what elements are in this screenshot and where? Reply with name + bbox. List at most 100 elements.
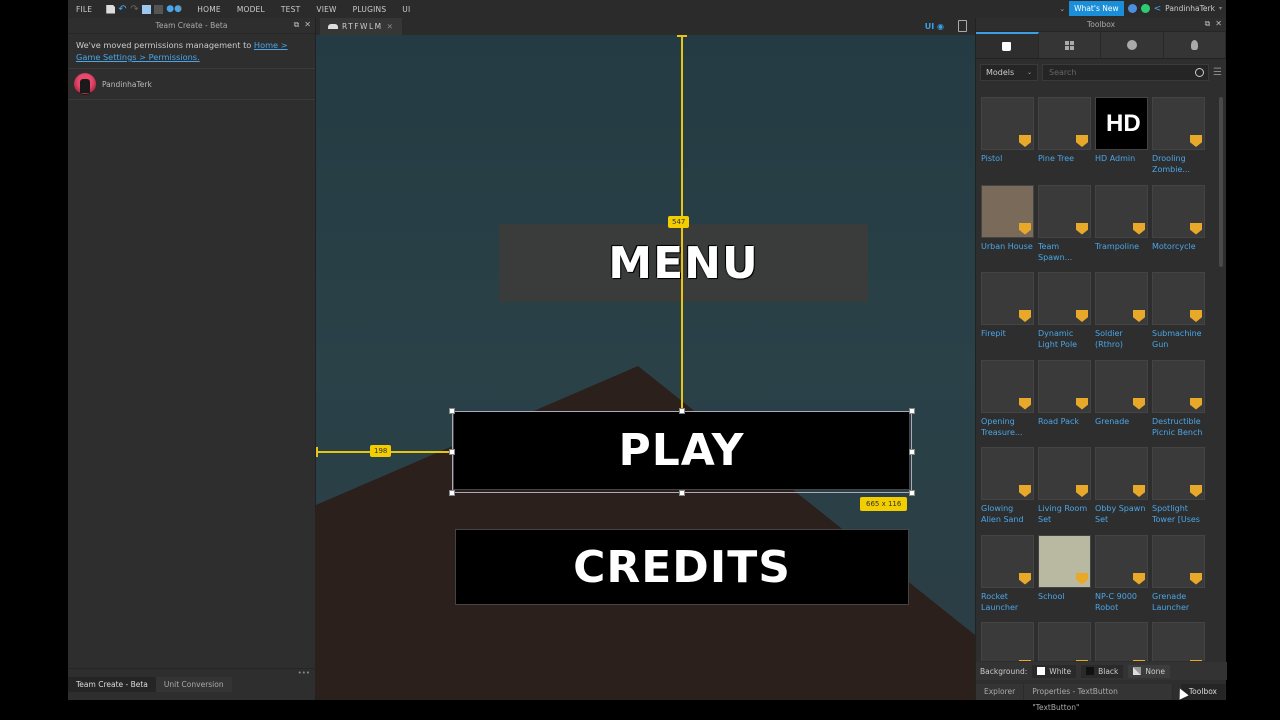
item-thumbnail[interactable] (1095, 359, 1148, 413)
toolbox-item[interactable]: Firepit (981, 272, 1034, 360)
item-name[interactable]: Destructible Picnic Bench (1152, 416, 1205, 438)
document-tab[interactable]: RTFWLM ✕ (320, 18, 403, 35)
toolbox-item[interactable]: Drooling Zombie... (1152, 97, 1205, 185)
item-thumbnail[interactable] (1038, 272, 1091, 325)
item-name[interactable]: Obby Spawn Set (1095, 503, 1148, 525)
item-thumbnail[interactable] (1095, 622, 1148, 661)
resize-handle-tr[interactable] (909, 408, 915, 414)
bg-none-option[interactable]: None (1128, 664, 1170, 678)
item-thumbnail[interactable] (981, 359, 1034, 413)
toolbox-scrollbar[interactable] (1219, 97, 1223, 267)
toolbox-item[interactable]: Urban House (981, 184, 1034, 273)
tab-model[interactable]: MODEL (229, 5, 273, 14)
item-name[interactable]: Grenade (1095, 416, 1148, 427)
category-dropdown[interactable]: Models ⌄ (980, 64, 1038, 81)
tab-test[interactable]: TEST (273, 5, 308, 14)
item-thumbnail[interactable] (1095, 534, 1148, 588)
item-name[interactable]: NP-C 9000 Robot (1095, 591, 1148, 613)
item-thumbnail[interactable] (1038, 447, 1091, 500)
toolbox-item[interactable]: Obby Spawn Set (1095, 447, 1148, 535)
close-icon[interactable]: ✕ (304, 20, 311, 30)
toolbox-item[interactable]: Grenade (1095, 359, 1148, 448)
bg-black-option[interactable]: Black (1081, 664, 1124, 678)
search-icon[interactable] (1195, 68, 1205, 77)
toolbox-item[interactable]: School (1038, 534, 1091, 623)
item-thumbnail[interactable] (1095, 184, 1148, 238)
toolbox-item[interactable]: Grenade Launcher (1152, 534, 1205, 623)
toolbox-item[interactable]: Team Spawn... (1038, 184, 1091, 273)
toolbox-item[interactable]: Trampoline (1095, 184, 1148, 273)
whats-new-button[interactable]: What's New (1069, 1, 1124, 16)
item-thumbnail[interactable] (1038, 622, 1091, 661)
item-thumbnail[interactable] (1152, 359, 1205, 413)
item-thumbnail[interactable] (981, 534, 1034, 588)
item-name[interactable]: Soldier (Rthro) (1095, 328, 1148, 350)
item-name[interactable]: Drooling Zombie... (1152, 153, 1205, 175)
toolbox-item[interactable]: Submachine Gun (1152, 272, 1205, 360)
tab-recent[interactable] (1101, 32, 1164, 58)
item-name[interactable]: School (1038, 591, 1091, 602)
toolbox-item[interactable]: Soldier (Rthro) (1095, 272, 1148, 360)
tab-properties[interactable]: Properties - TextButton "TextButton" (1024, 684, 1173, 712)
tab-toolbox[interactable]: Toolbox (1180, 684, 1226, 700)
item-thumbnail[interactable] (1038, 184, 1091, 238)
item-thumbnail[interactable] (981, 272, 1034, 325)
tab-inventory[interactable] (1038, 32, 1101, 58)
help-icon[interactable] (1127, 4, 1137, 13)
item-name[interactable]: Spotlight Tower [Uses (1152, 503, 1205, 525)
item-thumbnail[interactable] (1152, 272, 1205, 325)
tab-view[interactable]: VIEW (308, 5, 344, 14)
item-name[interactable]: Glowing Alien Sand (981, 503, 1034, 525)
tab-home[interactable]: HOME (189, 5, 229, 14)
new-file-icon[interactable] (106, 4, 116, 14)
item-name[interactable]: Grenade Launcher (1152, 591, 1205, 613)
item-name[interactable]: Submachine Gun (1152, 328, 1205, 350)
user-dropdown-icon[interactable]: ▾ (1219, 5, 1222, 12)
bg-white-option[interactable]: White (1032, 664, 1077, 678)
undo-icon[interactable]: ↶ (118, 4, 127, 14)
item-thumbnail[interactable] (1095, 447, 1148, 500)
item-name[interactable]: Motorcycle (1152, 241, 1205, 252)
credits-button[interactable]: CREDITS (455, 529, 909, 605)
item-thumbnail[interactable] (1152, 534, 1205, 588)
item-name[interactable]: HD Admin (1095, 153, 1148, 164)
filter-icon[interactable]: ☰ (1213, 67, 1222, 78)
stop-icon[interactable] (154, 4, 164, 14)
item-thumbnail[interactable]: HD (1095, 97, 1148, 150)
item-name[interactable]: Trampoline (1095, 241, 1148, 252)
item-thumbnail[interactable] (1038, 534, 1091, 588)
toolbox-item[interactable]: Pistol (981, 97, 1034, 185)
undock-icon[interactable]: ⧉ (294, 20, 300, 30)
item-name[interactable]: Pine Tree (1038, 153, 1091, 164)
toolbox-item[interactable]: Dynamic Light Pole (1038, 272, 1091, 360)
resize-handle-ml[interactable] (449, 449, 455, 455)
toolbox-item[interactable]: Living Room Set (1038, 447, 1091, 535)
search-input[interactable]: Search (1042, 64, 1210, 81)
toolbox-item[interactable]: NP-C 9000 Robot (1095, 534, 1148, 623)
resize-handle-br[interactable] (909, 490, 915, 496)
toolbox-item[interactable]: Motorcycle (1152, 184, 1205, 273)
item-thumbnail[interactable] (981, 97, 1034, 150)
item-thumbnail[interactable] (981, 447, 1034, 500)
menu-frame[interactable]: MENU (499, 224, 868, 302)
customize-dropdown-icon[interactable]: ▾ (178, 5, 183, 14)
ribbon-collapse-icon[interactable]: ⌄ (1059, 5, 1065, 13)
toolbox-item[interactable]: Glowing Alien Sand (981, 447, 1034, 535)
toolbox-item[interactable]: HD HD Admin (1095, 97, 1148, 185)
item-thumbnail[interactable] (1095, 272, 1148, 325)
tab-creations[interactable] (1163, 32, 1226, 58)
username[interactable]: PandinhaTerk (1165, 4, 1215, 13)
tab-explorer[interactable]: Explorer (976, 684, 1025, 700)
resize-handle-tc[interactable] (679, 408, 685, 414)
item-name[interactable]: Team Spawn... (1038, 241, 1091, 263)
play-button[interactable]: PLAY (453, 411, 910, 490)
publish-icon[interactable] (142, 4, 152, 14)
item-name[interactable]: Rocket Launcher (981, 591, 1034, 613)
toolbox-item[interactable]: Opening Treasure... (981, 359, 1034, 448)
item-name[interactable]: Pistol (981, 153, 1034, 164)
ui-visibility-toggle[interactable]: UI ◉ (925, 22, 944, 31)
device-emulator-icon[interactable] (958, 20, 967, 32)
tab-marketplace[interactable] (976, 32, 1039, 58)
share-icon[interactable]: < (1154, 4, 1162, 14)
item-name[interactable]: Road Pack (1038, 416, 1091, 427)
